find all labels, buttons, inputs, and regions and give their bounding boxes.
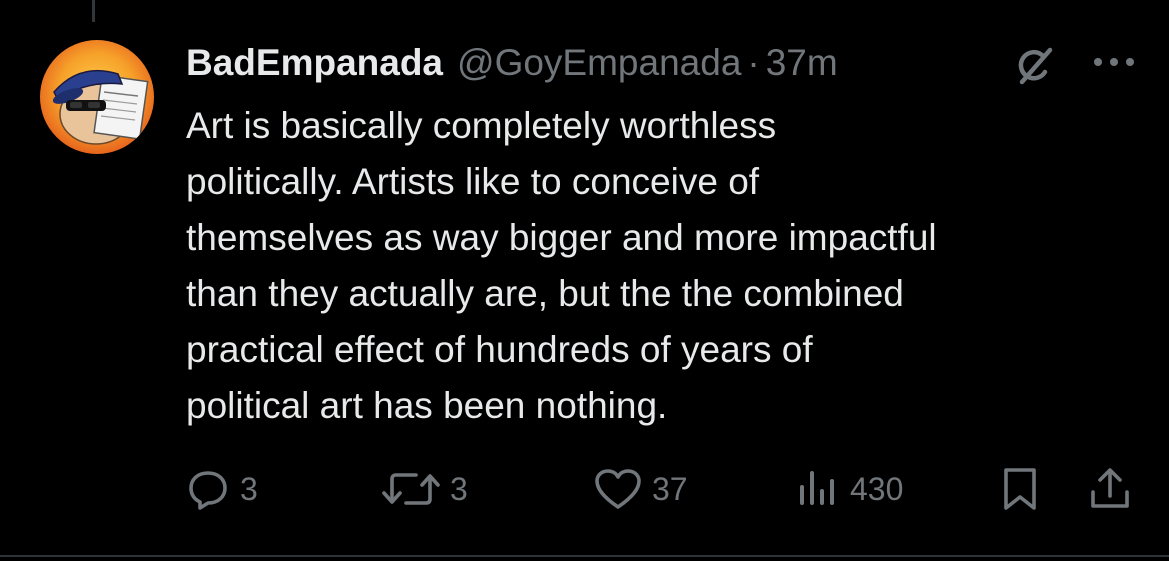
author-handle[interactable]: @GoyEmpanada: [457, 42, 741, 84]
like-count: 37: [652, 470, 688, 507]
tweet-actions-bar: 3 3 37 430: [186, 466, 1146, 512]
tweet-header: BadEmpanada @GoyEmpanada · 37m: [186, 40, 838, 86]
more-button[interactable]: [1086, 44, 1142, 80]
avatar[interactable]: [40, 40, 154, 154]
separator-dot: ·: [747, 42, 760, 83]
share-icon: [1091, 468, 1129, 508]
share-button[interactable]: [1088, 466, 1132, 512]
repost-button[interactable]: 3: [382, 466, 468, 512]
heart-icon: [595, 469, 641, 509]
views-button[interactable]: 430: [796, 466, 903, 512]
reply-count: 3: [240, 470, 258, 507]
more-icon: [1094, 58, 1134, 66]
tweet-divider: [0, 555, 1169, 557]
bookmark-button[interactable]: [998, 466, 1042, 512]
views-icon: [800, 471, 834, 505]
reply-icon: [189, 471, 227, 510]
like-button[interactable]: 37: [594, 466, 688, 512]
grok-button[interactable]: [1012, 44, 1056, 88]
avatar-cartoon-news-icon: [40, 40, 154, 154]
tweet-text: Art is basically completely worthless po…: [186, 105, 937, 426]
grok-icon: [1018, 47, 1053, 85]
reply-button[interactable]: 3: [186, 466, 258, 512]
thread-line: [92, 0, 95, 22]
author-display-name[interactable]: BadEmpanada: [186, 42, 443, 84]
views-count: 430: [850, 470, 904, 507]
repost-count: 3: [450, 470, 468, 507]
repost-icon: [382, 473, 440, 505]
tweet-timestamp[interactable]: 37m: [766, 42, 838, 84]
bookmark-icon: [1004, 468, 1036, 510]
